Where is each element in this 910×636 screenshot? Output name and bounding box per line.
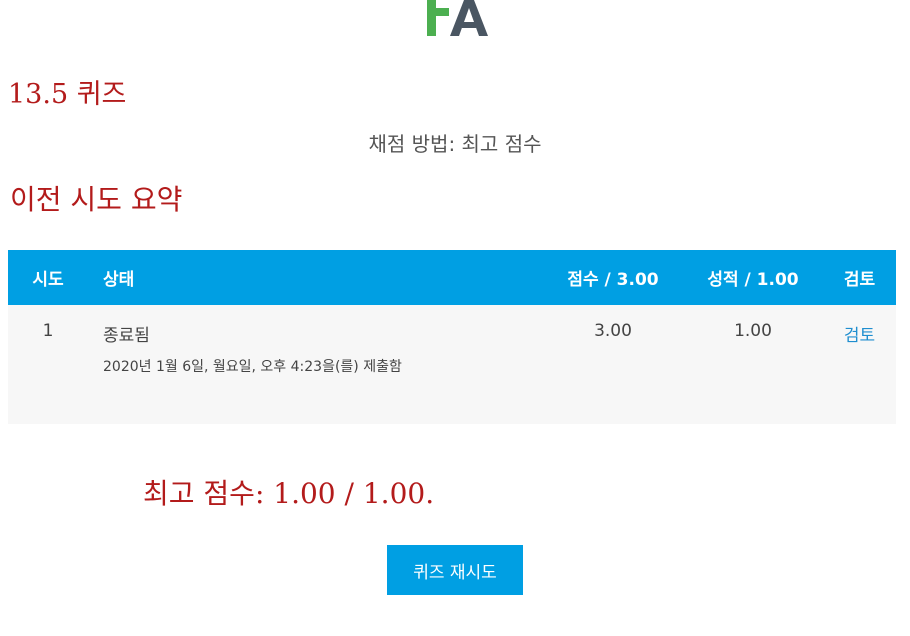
table-header-row: 시도 상태 점수 / 3.00 성적 / 1.00 검토 <box>8 250 896 305</box>
header-attempt: 시도 <box>8 250 88 305</box>
header-review: 검토 <box>823 250 896 305</box>
submitted-time: 2020년 1월 6일, 월요일, 오후 4:23을(를) 제출함 <box>103 359 402 375</box>
attempt-state: 종료됨 2020년 1월 6일, 월요일, 오후 4:23을(를) 제출함 <box>88 305 543 424</box>
header-state: 상태 <box>88 250 543 305</box>
attempts-table: 시도 상태 점수 / 3.00 성적 / 1.00 검토 1 종료됨 2020년… <box>8 250 896 424</box>
best-score: 최고 점수: 1.00 / 1.00. <box>143 477 435 510</box>
table-row: 1 종료됨 2020년 1월 6일, 월요일, 오후 4:23을(를) 제출함 … <box>8 305 896 424</box>
quiz-title: 13.5 퀴즈 <box>8 79 127 110</box>
header-score: 점수 / 3.00 <box>543 250 683 305</box>
retry-quiz-button[interactable]: 퀴즈 재시도 <box>387 545 523 595</box>
site-logo <box>427 0 488 36</box>
state-label: 종료됨 <box>103 326 150 346</box>
attempt-score: 3.00 <box>543 305 683 424</box>
attempt-number: 1 <box>8 305 88 424</box>
header-grade: 성적 / 1.00 <box>683 250 823 305</box>
grading-method: 채점 방법: 최고 점수 <box>368 132 542 156</box>
review-link[interactable]: 검토 <box>844 326 875 346</box>
attempt-grade: 1.00 <box>683 305 823 424</box>
summary-title: 이전 시도 요약 <box>10 183 183 216</box>
review-cell: 검토 <box>823 305 896 424</box>
